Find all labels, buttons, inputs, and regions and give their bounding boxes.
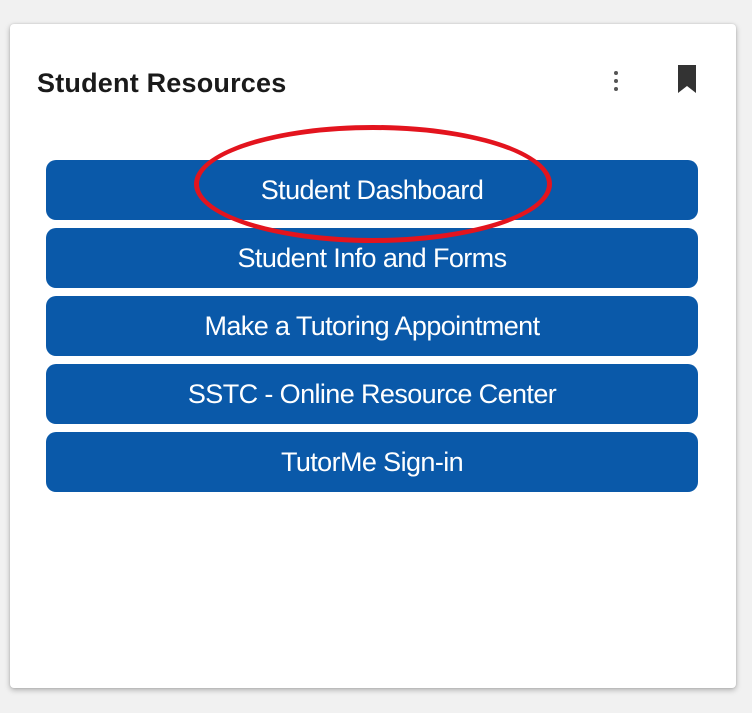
online-resource-center-button[interactable]: SSTC - Online Resource Center bbox=[46, 364, 698, 424]
student-dashboard-button[interactable]: Student Dashboard bbox=[46, 160, 698, 220]
tutorme-signin-button[interactable]: TutorMe Sign-in bbox=[46, 432, 698, 492]
student-info-forms-button[interactable]: Student Info and Forms bbox=[46, 228, 698, 288]
bookmark-icon[interactable] bbox=[676, 64, 698, 94]
resource-links: Student Dashboard Student Info and Forms… bbox=[46, 160, 698, 500]
tutoring-appointment-button[interactable]: Make a Tutoring Appointment bbox=[46, 296, 698, 356]
more-vertical-icon[interactable] bbox=[606, 66, 626, 96]
menu-dot bbox=[614, 79, 618, 83]
card-title: Student Resources bbox=[37, 68, 287, 98]
menu-dot bbox=[614, 87, 618, 91]
menu-dot bbox=[614, 71, 618, 75]
student-resources-card: Student Resources Student Dashboard Stud… bbox=[10, 24, 736, 688]
